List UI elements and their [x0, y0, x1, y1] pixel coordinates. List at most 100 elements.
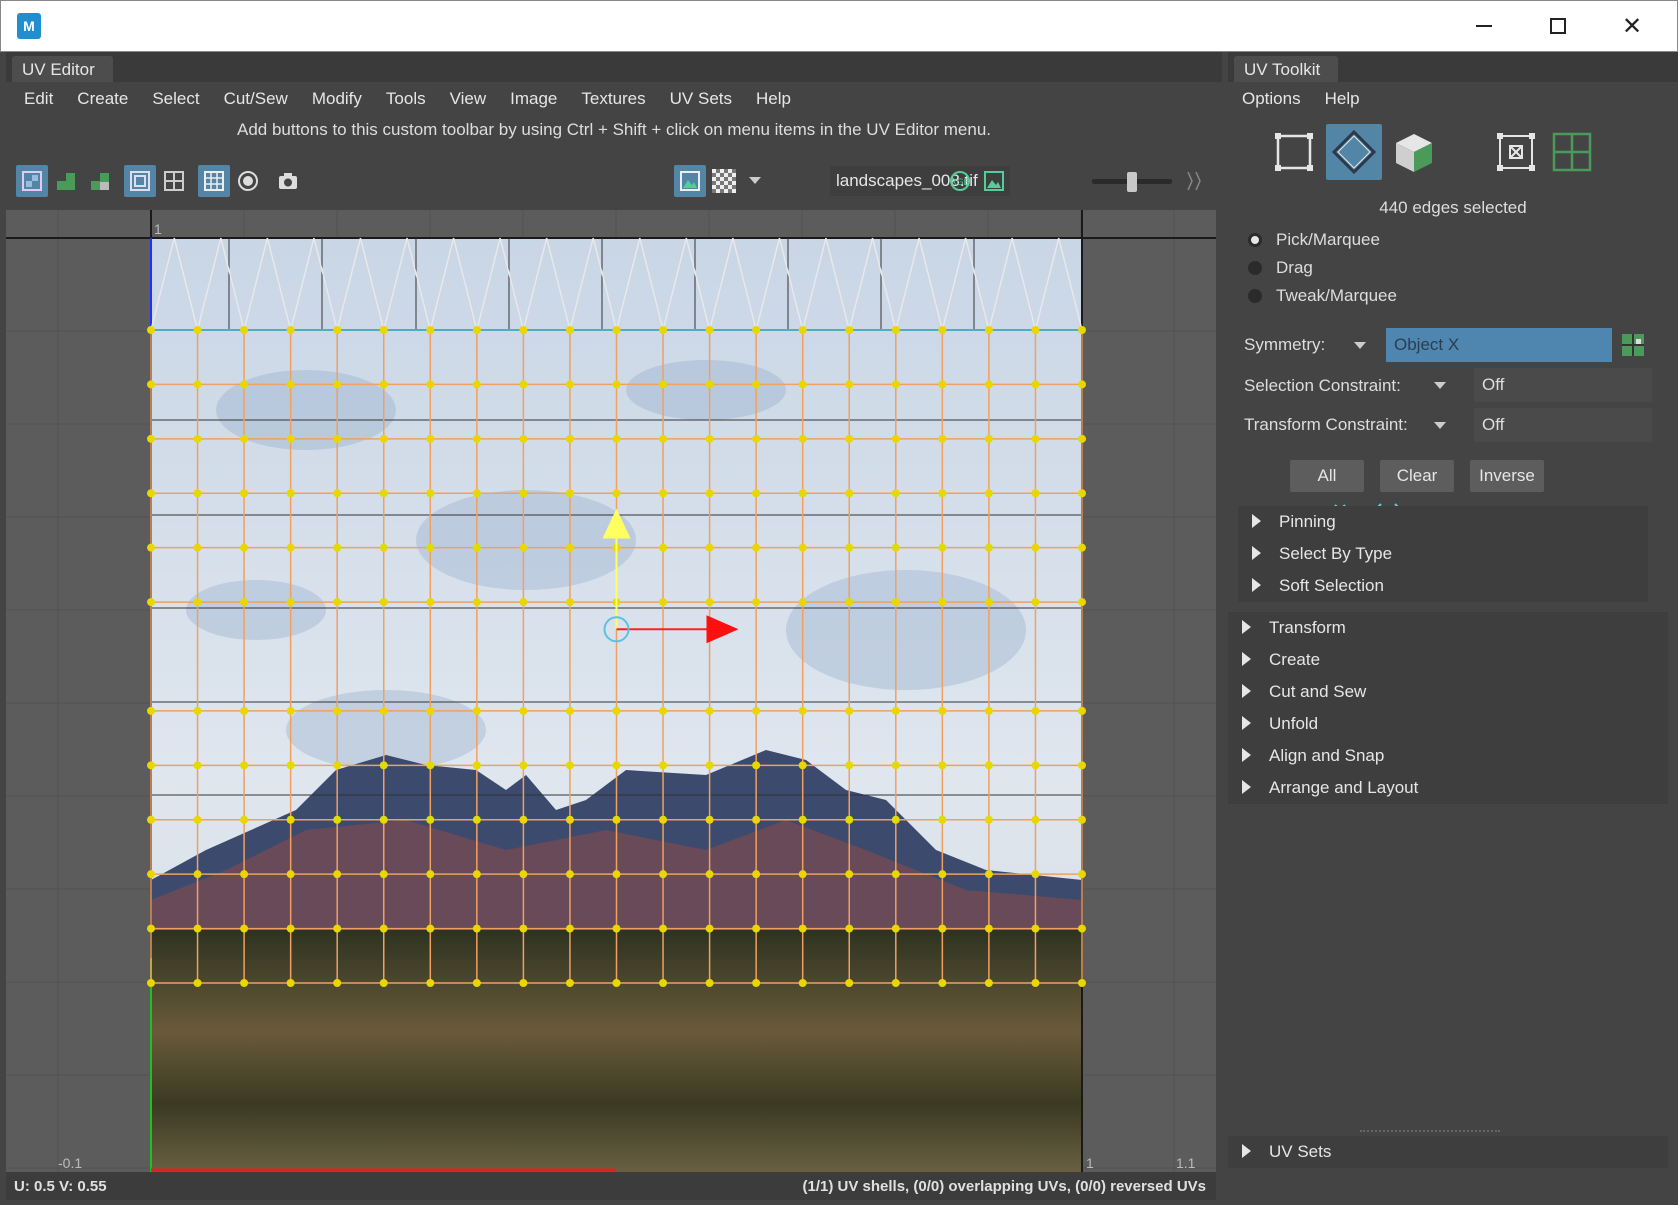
- uv-editor-tab[interactable]: UV Editor: [12, 56, 113, 82]
- menu-create[interactable]: Create: [65, 82, 140, 116]
- menu-image[interactable]: Image: [498, 82, 569, 116]
- section-cut-and-sew[interactable]: Cut and Sew: [1228, 676, 1668, 708]
- section-align-and-snap[interactable]: Align and Snap: [1228, 740, 1668, 772]
- uv-point: [379, 598, 388, 607]
- section-create[interactable]: Create: [1228, 644, 1668, 676]
- expand-arrow-icon: [1242, 715, 1251, 730]
- section-arrange-and-layout[interactable]: Arrange and Layout: [1228, 772, 1668, 804]
- uv-edge-mode-button[interactable]: [1326, 124, 1382, 180]
- uv-point: [1078, 761, 1086, 770]
- uv-shell-select-button[interactable]: [16, 165, 48, 197]
- uv-point: [984, 870, 993, 879]
- uv-point: [891, 815, 900, 824]
- uv-point: [240, 598, 249, 607]
- uv-point: [984, 761, 993, 770]
- uv-viewport[interactable]: 1 -0.1 1 1.1: [6, 210, 1216, 1172]
- tool-drag-radio[interactable]: Drag: [1248, 258, 1313, 278]
- menu-textures[interactable]: Textures: [569, 82, 657, 116]
- menu-tools[interactable]: Tools: [374, 82, 438, 116]
- uv-layout-button[interactable]: [84, 165, 116, 197]
- snap-toggle-button[interactable]: [232, 165, 264, 197]
- select-all-button[interactable]: All: [1290, 460, 1364, 492]
- toolkit-menu-help[interactable]: Help: [1313, 82, 1372, 116]
- symmetry-field[interactable]: Object X: [1386, 328, 1612, 362]
- uv-point: [240, 979, 249, 987]
- section-unfold[interactable]: Unfold: [1228, 708, 1668, 740]
- uv-point: [845, 815, 854, 824]
- menu-view[interactable]: View: [438, 82, 499, 116]
- wireframe-toggle-button[interactable]: [124, 165, 156, 197]
- image-icon: [680, 171, 700, 191]
- uv-point: [798, 326, 807, 334]
- menu-cut-sew[interactable]: Cut/Sew: [212, 82, 300, 116]
- uv-point: [379, 979, 388, 987]
- radio-unselected-icon: [1248, 289, 1262, 303]
- grid-toggle-button[interactable]: [198, 165, 230, 197]
- uv-point: [426, 598, 435, 607]
- expand-arrow-icon: [1242, 619, 1251, 634]
- uv-toolkit-tab[interactable]: UV Toolkit: [1234, 56, 1339, 82]
- uv-point: [147, 434, 155, 443]
- uv-point: [798, 815, 807, 824]
- uv-point: [1031, 924, 1040, 933]
- toolkit-menu-options[interactable]: Options: [1230, 82, 1313, 116]
- menu-uv-sets[interactable]: UV Sets: [658, 82, 744, 116]
- wireframe-icon: [130, 171, 150, 191]
- uv-point: [891, 326, 900, 334]
- shaded-toggle-button[interactable]: [158, 165, 190, 197]
- uv-point: [240, 706, 249, 715]
- selection-constraint-field[interactable]: Off: [1474, 368, 1652, 402]
- uv-point: [1031, 380, 1040, 389]
- exposure-slider[interactable]: [1092, 172, 1172, 192]
- uv-diamond-icon: [1331, 129, 1377, 175]
- uv-component-mode-button[interactable]: [1266, 124, 1322, 180]
- section-pinning[interactable]: Pinning: [1238, 506, 1648, 538]
- symmetry-pick-button[interactable]: [1620, 332, 1646, 358]
- section-transform[interactable]: Transform: [1228, 612, 1668, 644]
- uv-face-mode-button[interactable]: [1544, 124, 1600, 180]
- uv-face-center-button[interactable]: [1488, 124, 1544, 180]
- inverse-selection-button[interactable]: Inverse: [1470, 460, 1544, 492]
- section-soft-selection[interactable]: Soft Selection: [1238, 570, 1648, 602]
- uv-point: [286, 326, 295, 334]
- minimize-button[interactable]: [1447, 1, 1521, 51]
- display-image-button[interactable]: [674, 165, 706, 197]
- tool-pick-marquee-radio[interactable]: Pick/Marquee: [1248, 230, 1380, 250]
- uv-point: [612, 815, 621, 824]
- tool-tweak-marquee-radio[interactable]: Tweak/Marquee: [1248, 286, 1397, 306]
- checker-toggle-button[interactable]: [708, 165, 740, 197]
- uv-point: [612, 434, 621, 443]
- snap-target-icon: [238, 171, 258, 191]
- uv-point: [519, 815, 528, 824]
- image-ratio-button[interactable]: [978, 165, 1010, 197]
- tool-label: Pick/Marquee: [1276, 230, 1380, 249]
- menu-help[interactable]: Help: [744, 82, 803, 116]
- uv-shell-mode-button[interactable]: [1386, 124, 1442, 180]
- panel-resize-grip[interactable]: [1360, 1130, 1500, 1132]
- section-select-by-type[interactable]: Select By Type: [1238, 538, 1648, 570]
- exposure-slider-handle[interactable]: [1127, 172, 1137, 192]
- menu-edit[interactable]: Edit: [12, 82, 65, 116]
- toolbar-overflow-button[interactable]: [1178, 165, 1210, 197]
- uv-canvas[interactable]: 1 -0.1 1 1.1: [6, 210, 1216, 1172]
- transform-constraint-dropdown-arrow[interactable]: [1434, 422, 1446, 429]
- texture-dropdown-arrow[interactable]: [749, 177, 761, 184]
- uv-point: [1078, 815, 1086, 824]
- snapshot-button[interactable]: [272, 165, 304, 197]
- uv-isolate-button[interactable]: [50, 165, 82, 197]
- clear-selection-button[interactable]: Clear: [1380, 460, 1454, 492]
- section-uv-sets[interactable]: UV Sets: [1228, 1136, 1668, 1168]
- rgb-channels-button[interactable]: RGB: [944, 165, 976, 197]
- menu-modify[interactable]: Modify: [300, 82, 374, 116]
- symmetry-dropdown-arrow[interactable]: [1354, 342, 1366, 349]
- selection-constraint-dropdown-arrow[interactable]: [1434, 382, 1446, 389]
- uv-point: [286, 543, 295, 552]
- maximize-button[interactable]: [1521, 1, 1595, 51]
- uv-point: [472, 489, 481, 498]
- uv-point: [472, 434, 481, 443]
- uv-point: [938, 598, 947, 607]
- section-label: Create: [1269, 650, 1321, 669]
- menu-select[interactable]: Select: [140, 82, 211, 116]
- transform-constraint-field[interactable]: Off: [1474, 408, 1652, 442]
- close-button[interactable]: ✕: [1595, 1, 1669, 51]
